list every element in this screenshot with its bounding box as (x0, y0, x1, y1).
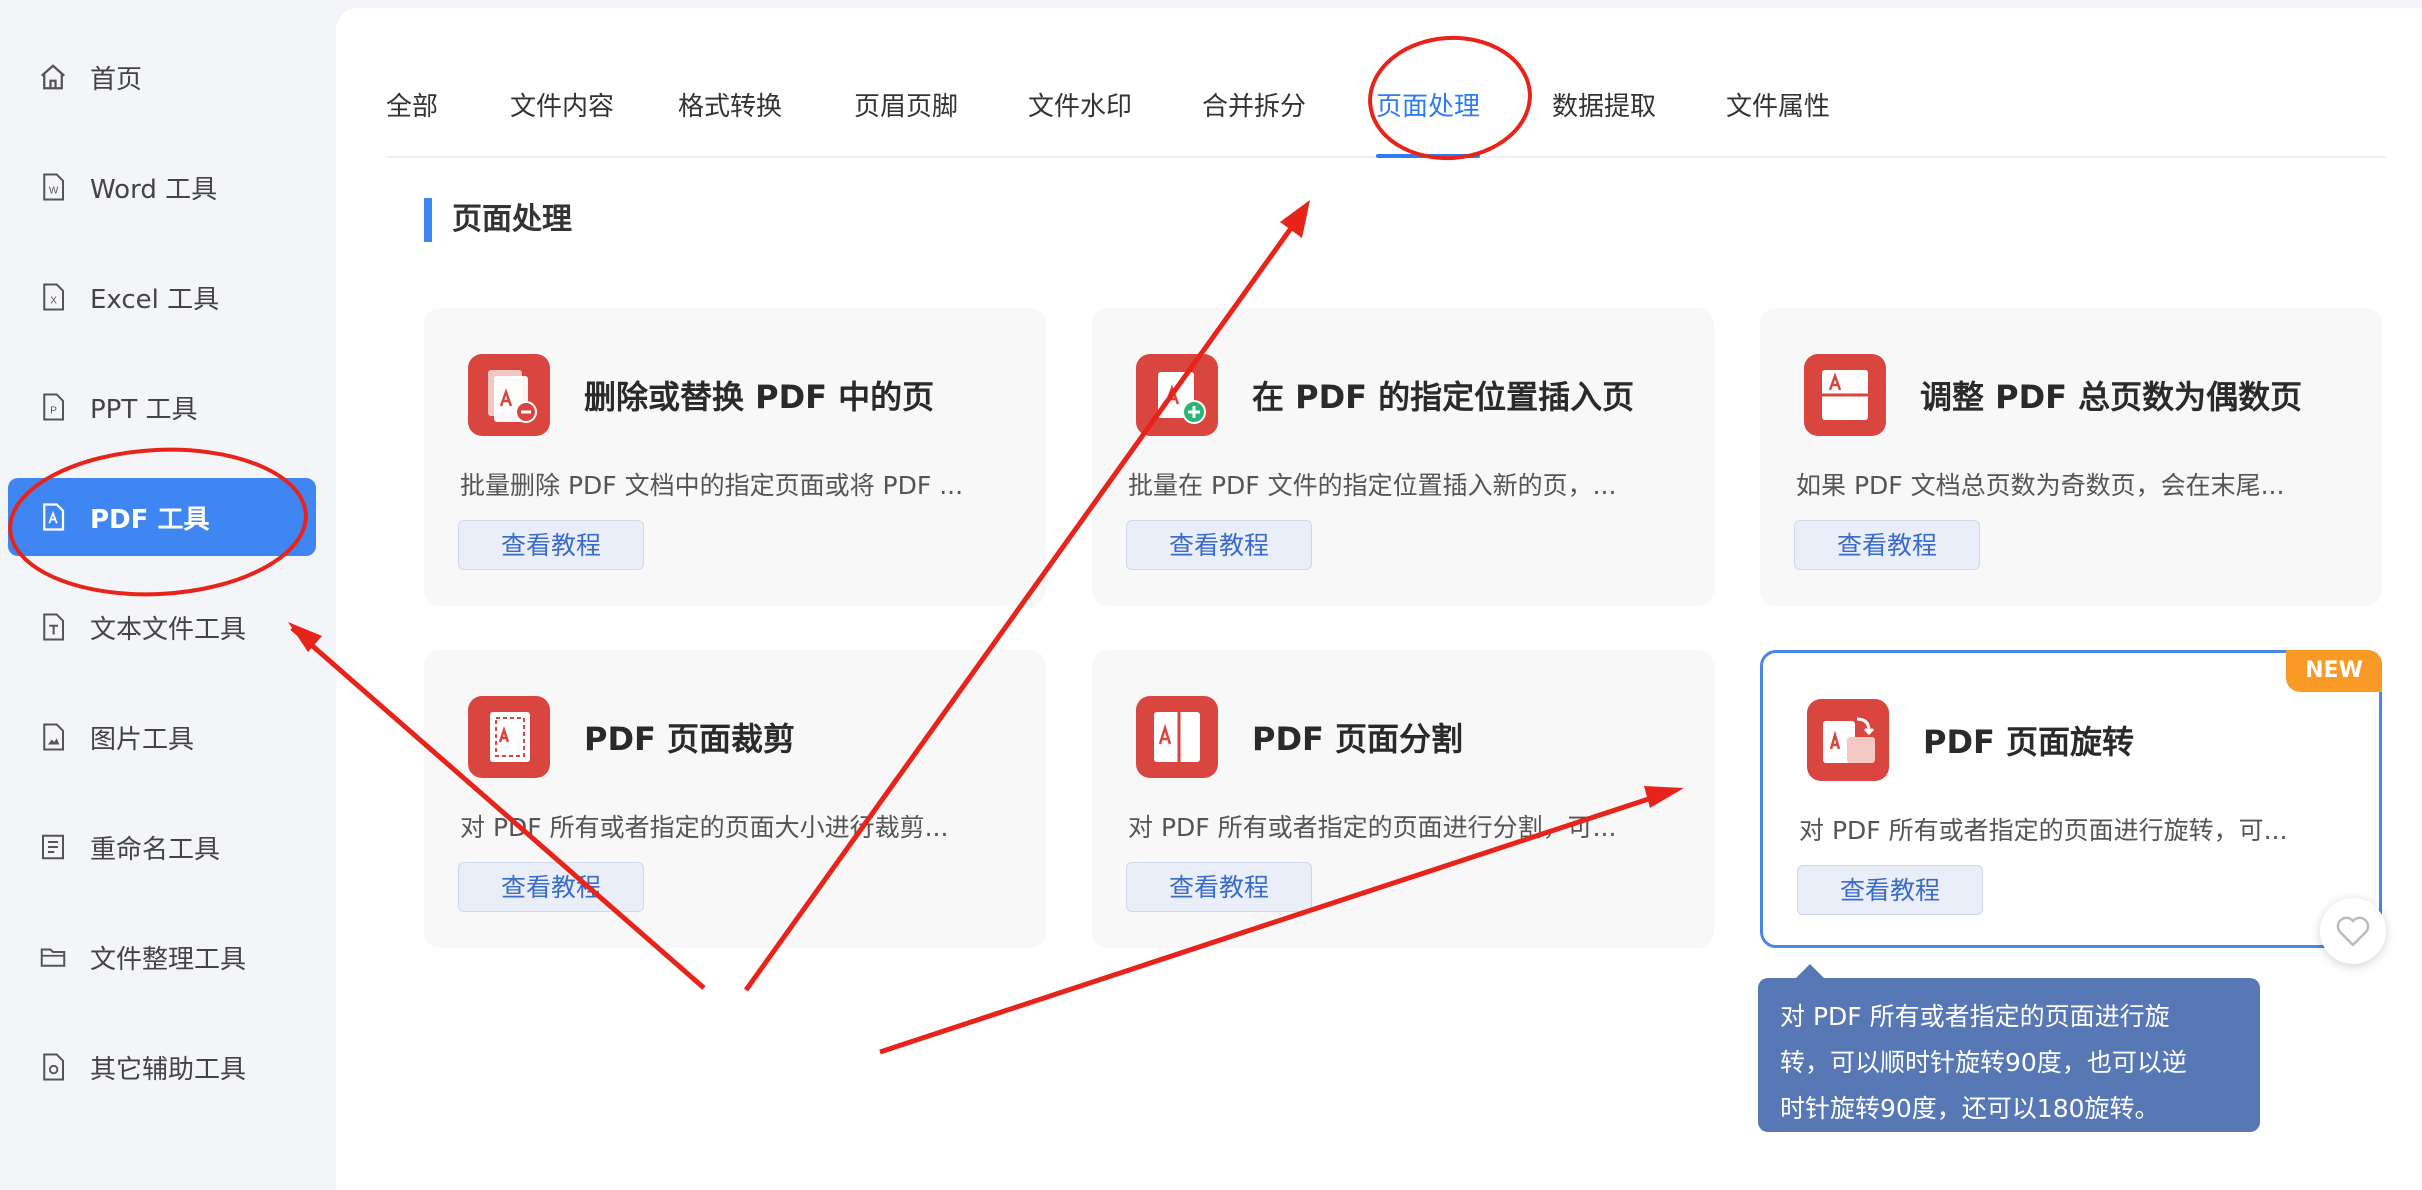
sidebar-item-label: 其它辅助工具 (90, 1054, 247, 1085)
card-description: 对 PDF 所有或者指定的页面进行旋转，可... (1799, 816, 2288, 845)
tab-all[interactable]: 全部 (386, 86, 438, 156)
sidebar-item-label: Excel 工具 (90, 284, 220, 315)
card-description: 如果 PDF 文档总页数为奇数页，会在末尾... (1796, 471, 2285, 500)
svg-text:P: P (50, 405, 57, 416)
sidebar-item-image[interactable]: 图片工具 (8, 698, 316, 776)
text-file-icon (43, 613, 64, 641)
tab-format-convert[interactable]: 格式转换 (678, 86, 782, 156)
ppt-file-icon: P (43, 393, 64, 421)
misc-file-icon (43, 1053, 64, 1081)
pdf-insert-page-icon (1136, 354, 1218, 436)
tab-page-processing[interactable]: 页面处理 (1376, 86, 1481, 158)
view-tutorial-button[interactable]: 查看教程 (1126, 520, 1312, 570)
view-tutorial-button[interactable]: 查看教程 (1794, 520, 1980, 570)
sidebar-item-rename[interactable]: 重命名工具 (8, 808, 316, 886)
sidebar-item-label: 文件整理工具 (90, 944, 247, 975)
heart-icon (2336, 916, 2370, 947)
tool-card-even-pages[interactable]: 调整 PDF 总页数为偶数页 如果 PDF 文档总页数为奇数页，会在末尾... … (1760, 308, 2382, 606)
tab-file-properties[interactable]: 文件属性 (1726, 86, 1830, 156)
pdf-file-icon (43, 503, 65, 531)
tooltip-line: 对 PDF 所有或者指定的页面进行旋 (1780, 1002, 2170, 1031)
tool-card-insert-page[interactable]: 在 PDF 的指定位置插入页 批量在 PDF 文件的指定位置插入新的页，... … (1092, 308, 1714, 606)
sidebar-item-excel[interactable]: X Excel 工具 (8, 258, 316, 336)
tab-merge-split[interactable]: 合并拆分 (1202, 86, 1306, 156)
card-description: 批量删除 PDF 文档中的指定页面或将 PDF ... (460, 471, 964, 500)
tool-card-split-page[interactable]: PDF 页面分割 对 PDF 所有或者指定的页面进行分割，可... 查看教程 (1092, 650, 1714, 948)
card-title: PDF 页面分割 (1252, 720, 1464, 758)
card-description: 对 PDF 所有或者指定的页面进行分割，可... (1128, 813, 1617, 842)
sidebar-item-label: Word 工具 (90, 174, 218, 205)
tab-data-extract[interactable]: 数据提取 (1552, 86, 1656, 156)
image-file-icon (43, 723, 64, 751)
sidebar-item-word[interactable]: W Word 工具 (8, 148, 316, 226)
svg-text:W: W (49, 185, 59, 196)
tool-card-crop[interactable]: PDF 页面裁剪 对 PDF 所有或者指定的页面大小进行裁剪... 查看教程 (424, 650, 1046, 948)
card-title: 调整 PDF 总页数为偶数页 (1920, 378, 2303, 416)
tab-header-footer[interactable]: 页眉页脚 (854, 86, 958, 156)
pdf-even-pages-icon (1804, 354, 1886, 436)
home-icon (41, 64, 65, 90)
sidebar-item-label: PDF 工具 (90, 504, 210, 535)
section-title: 页面处理 (424, 198, 572, 242)
pdf-crop-icon (468, 696, 550, 778)
sidebar-item-organize[interactable]: 文件整理工具 (8, 918, 316, 996)
card-title: 删除或替换 PDF 中的页 (584, 378, 935, 416)
sidebar-item-label: PPT 工具 (90, 394, 198, 425)
tab-file-content[interactable]: 文件内容 (510, 86, 614, 156)
excel-file-icon: X (43, 283, 64, 311)
tool-card-delete-replace-page[interactable]: 删除或替换 PDF 中的页 批量删除 PDF 文档中的指定页面或将 PDF ..… (424, 308, 1046, 606)
view-tutorial-button[interactable]: 查看教程 (1797, 865, 1983, 915)
sidebar-item-home[interactable]: 首页 (8, 38, 316, 116)
sidebar-item-text-file[interactable]: 文本文件工具 (8, 588, 316, 666)
favorite-button[interactable] (2320, 898, 2386, 964)
tooltip: 对 PDF 所有或者指定的页面进行旋 转，可以顺时针旋转90度，也可以逆 时针旋… (1758, 964, 2260, 1132)
rename-icon (42, 834, 64, 860)
word-file-icon: W (43, 173, 64, 201)
new-badge: NEW (2286, 650, 2382, 692)
category-tab-bar: 全部 文件内容 格式转换 页眉页脚 文件水印 合并拆分 页面处理 数据提取 文件… (386, 62, 2386, 158)
card-description: 对 PDF 所有或者指定的页面大小进行裁剪... (460, 813, 949, 842)
tooltip-line: 转，可以顺时针旋转90度，也可以逆 (1780, 1048, 2187, 1077)
tab-watermark[interactable]: 文件水印 (1028, 86, 1132, 156)
sidebar-item-label: 图片工具 (90, 724, 195, 755)
sidebar-item-label: 文本文件工具 (90, 614, 247, 645)
tooltip-line: 时针旋转90度，还可以180旋转。 (1780, 1094, 2160, 1123)
pdf-delete-page-icon (468, 354, 550, 436)
card-title: 在 PDF 的指定位置插入页 (1252, 378, 1635, 416)
sidebar-item-label: 首页 (90, 64, 143, 95)
sidebar-item-ppt[interactable]: P PPT 工具 (8, 368, 316, 446)
view-tutorial-button[interactable]: 查看教程 (1126, 862, 1312, 912)
sidebar-item-label: 重命名工具 (90, 834, 221, 865)
tool-card-rotate[interactable]: NEW PDF 页面旋转 对 PDF 所有或者指定的页面进行旋转，可... 查看… (1760, 650, 2382, 948)
card-description: 批量在 PDF 文件的指定位置插入新的页，... (1128, 471, 1617, 500)
folder-icon (40, 948, 66, 967)
svg-text:X: X (50, 295, 57, 306)
sidebar-item-pdf[interactable]: PDF 工具 (8, 478, 316, 556)
view-tutorial-button[interactable]: 查看教程 (458, 520, 644, 570)
sidebar: 首页 W Word 工具 X Excel 工具 P PPT 工具 PDF 工具 … (0, 0, 330, 1190)
card-title: PDF 页面裁剪 (584, 720, 796, 758)
pdf-split-page-icon (1136, 696, 1218, 778)
view-tutorial-button[interactable]: 查看教程 (458, 862, 644, 912)
pdf-rotate-icon (1807, 699, 1889, 781)
sidebar-item-misc[interactable]: 其它辅助工具 (8, 1028, 316, 1106)
card-title: PDF 页面旋转 (1923, 723, 2135, 761)
